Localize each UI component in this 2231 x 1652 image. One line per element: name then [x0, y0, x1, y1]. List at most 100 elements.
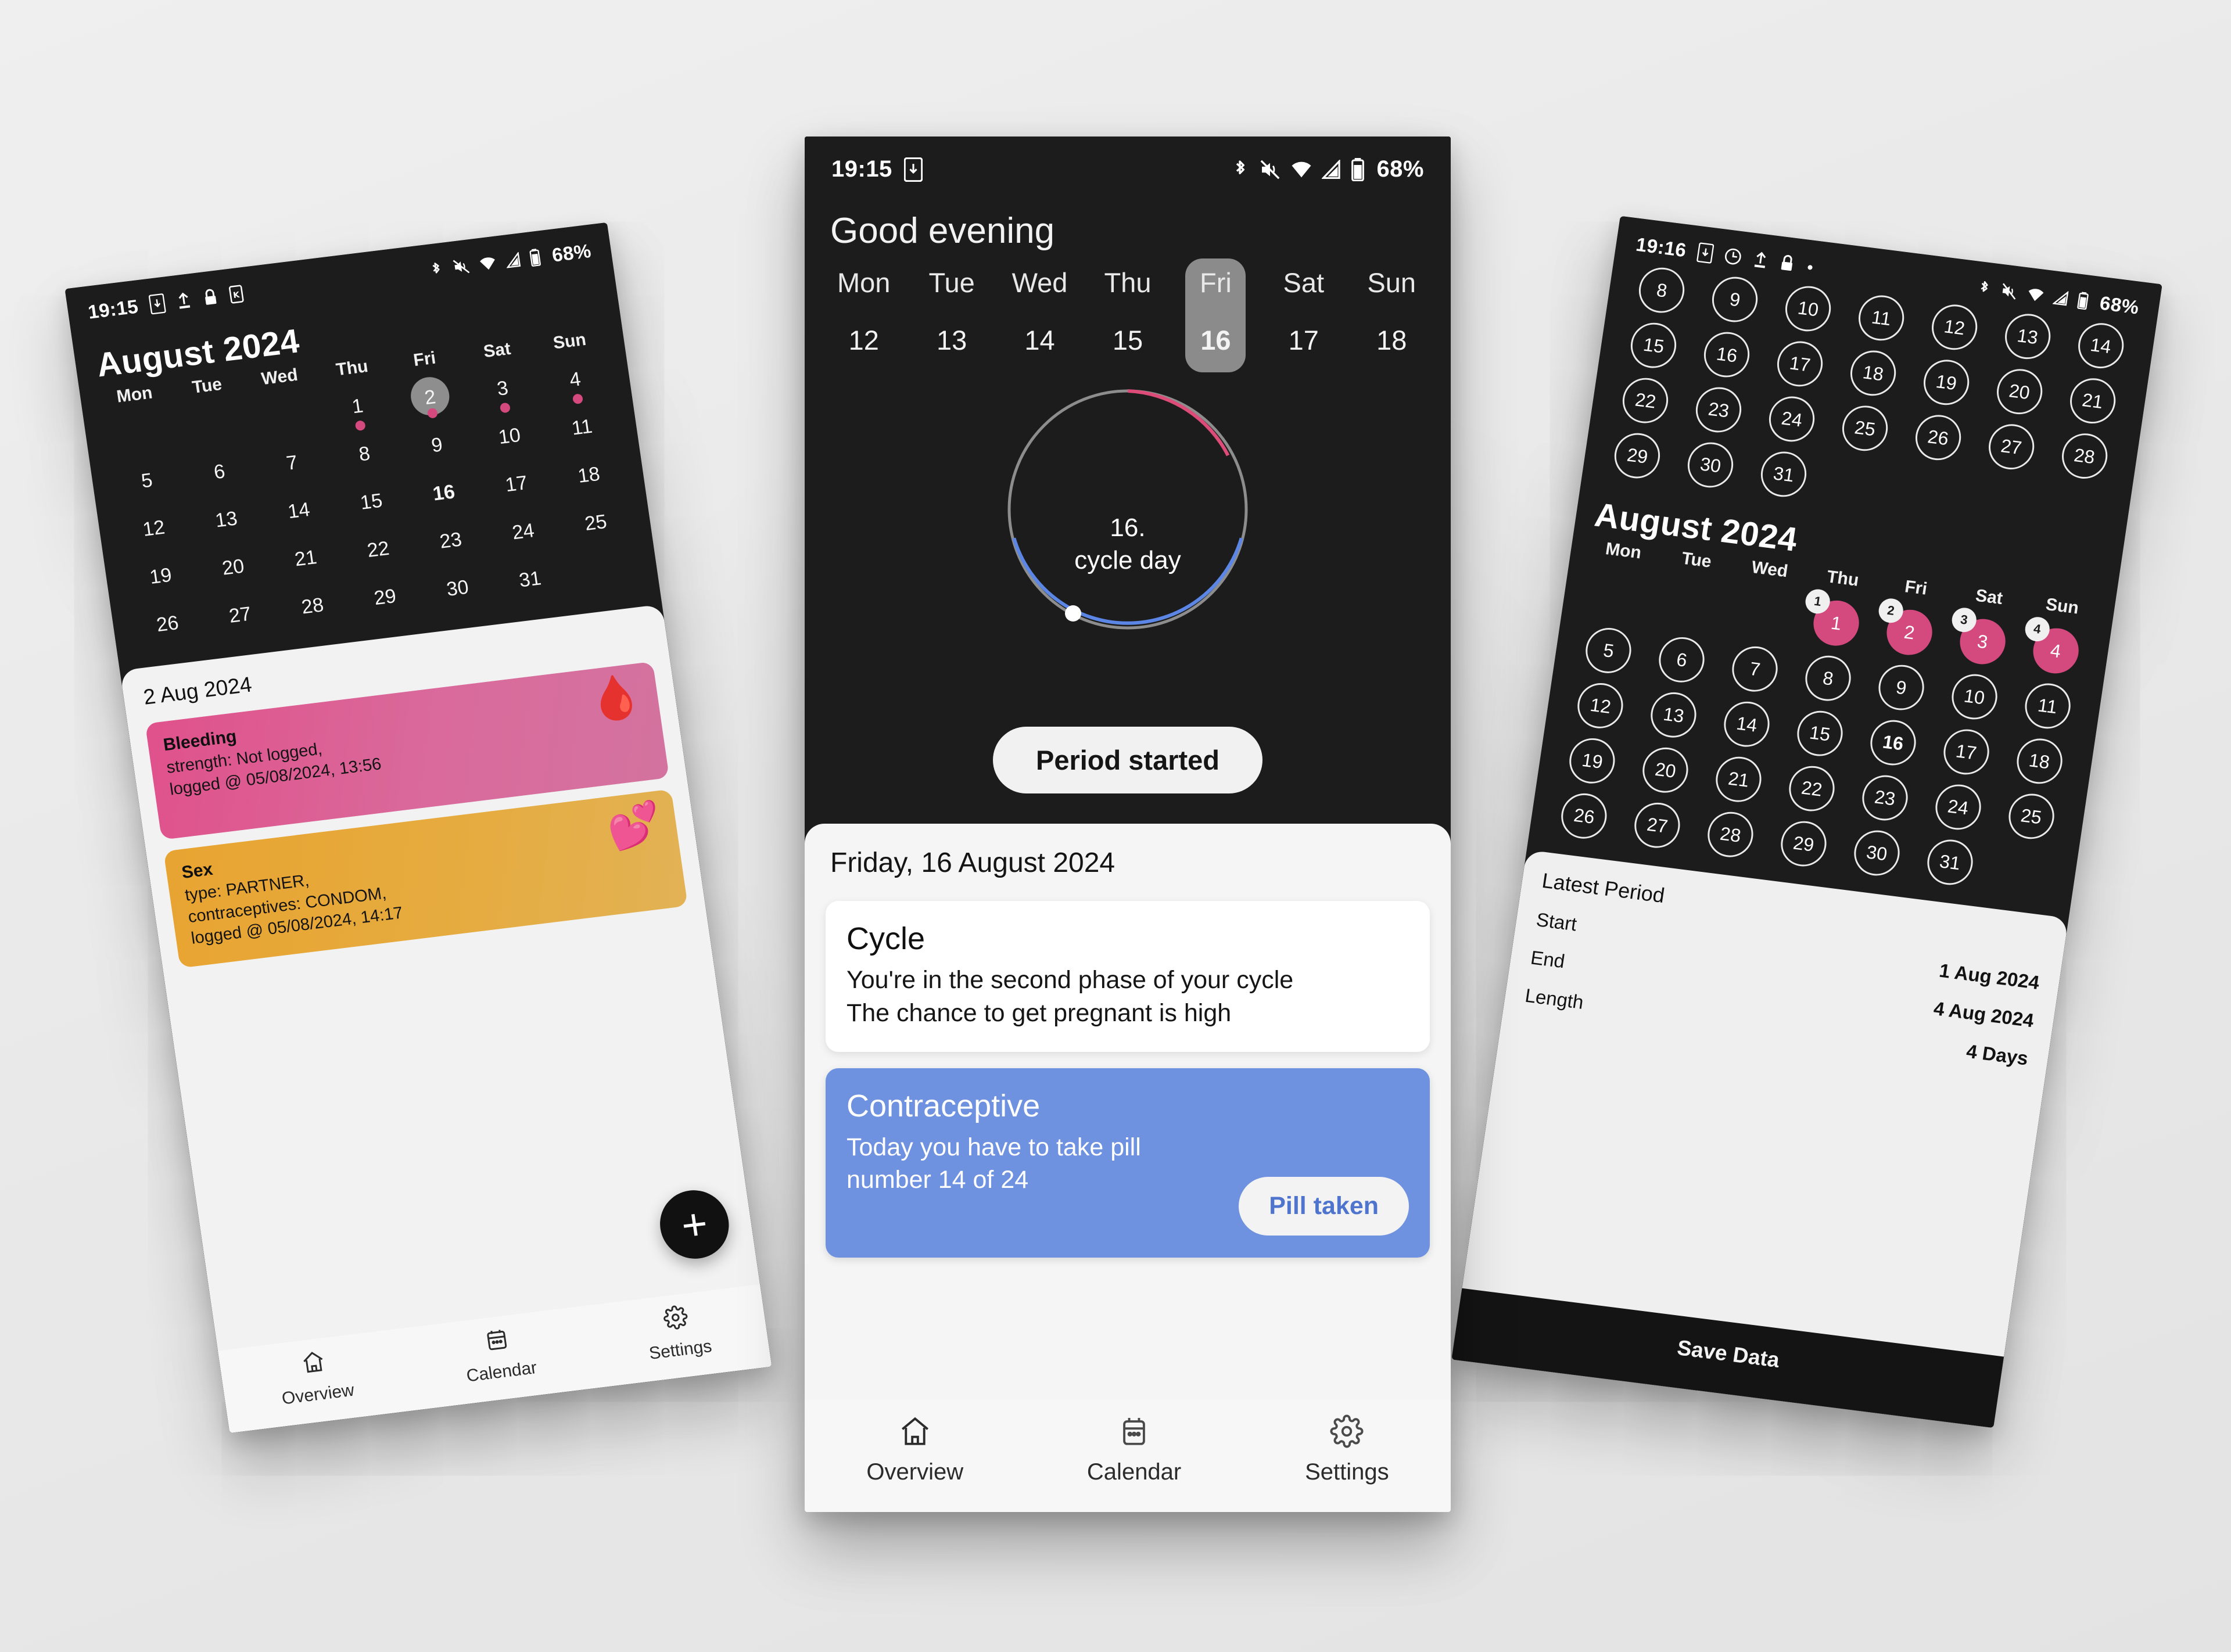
calendar-day-13[interactable]: 13	[187, 493, 267, 549]
day-bubble[interactable]: 12	[1928, 301, 1981, 353]
calendar-day-12[interactable]: 12	[114, 502, 194, 558]
day-bubble[interactable]: 7	[1729, 644, 1781, 695]
day-bubble[interactable]: 23	[1692, 385, 1745, 436]
calendar-day-23[interactable]: 23	[411, 513, 491, 570]
day-bubble[interactable]: 22	[1786, 763, 1838, 814]
calendar-day-28[interactable]: 28	[273, 579, 353, 635]
calendar-day-1[interactable]: 1	[318, 379, 398, 436]
day-bubble[interactable]: 18	[1847, 347, 1899, 398]
calendar-day-19[interactable]: 19	[121, 550, 201, 606]
calendar-day-21[interactable]: 21	[266, 531, 346, 588]
nav-item-overview[interactable]: Overview	[866, 1414, 963, 1485]
nav-item-settings[interactable]: Settings	[1305, 1414, 1389, 1485]
calendar-day-16[interactable]: 16	[404, 466, 484, 522]
day-bubble[interactable]: 21	[2067, 375, 2119, 426]
calendar-day-29[interactable]: 29	[346, 570, 425, 627]
pill-taken-button[interactable]: Pill taken	[1239, 1177, 1409, 1236]
calendar-day-24[interactable]: 24	[484, 505, 564, 561]
day-bubble[interactable]: 9	[1709, 274, 1761, 325]
day-bubble[interactable]: 31	[1924, 836, 1976, 888]
calendar-day-11[interactable]: 11	[543, 400, 622, 457]
day-bubble[interactable]: 13	[2002, 311, 2054, 362]
day-bubble[interactable]: 26	[1912, 412, 1964, 463]
calendar-day-4[interactable]: 4	[536, 353, 615, 409]
day-bubble[interactable]: 17	[1774, 339, 1826, 389]
calendar-day-2[interactable]: 2	[390, 371, 470, 427]
nav-item-calendar[interactable]: Calendar	[460, 1323, 538, 1387]
week-day-sun[interactable]: Sun 18	[1348, 257, 1436, 371]
day-bubble[interactable]: 18	[2013, 735, 2065, 787]
day-bubble[interactable]: 16	[1867, 717, 1919, 768]
day-bubble[interactable]: 27	[1631, 800, 1684, 851]
calendar-day-5[interactable]: 5	[107, 454, 187, 510]
calendar-day-26[interactable]: 26	[128, 597, 207, 653]
day-bubble[interactable]: 24	[1932, 781, 1984, 832]
cycle-info-card[interactable]: Cycle You're in the second phase of your…	[826, 901, 1430, 1052]
day-bubble[interactable]: 28	[1705, 809, 1756, 860]
day-bubble[interactable]: 19	[1920, 357, 1972, 408]
day-bubble[interactable]: 26	[1558, 791, 1611, 842]
day-bubble[interactable]: 30	[1850, 828, 1903, 878]
day-bubble[interactable]: 15	[1794, 708, 1846, 759]
calendar-day-27[interactable]: 27	[200, 588, 280, 644]
calendar-day-7[interactable]: 7	[253, 436, 332, 493]
calendar-day-30[interactable]: 30	[418, 562, 498, 618]
day-bubble[interactable]: 14	[2075, 320, 2127, 371]
day-bubble[interactable]: 6	[1656, 634, 1708, 685]
add-entry-fab[interactable]: +	[655, 1186, 734, 1263]
calendar-day-31[interactable]: 31	[490, 552, 570, 609]
calendar-day-3[interactable]: 3	[463, 362, 543, 418]
week-day-sat[interactable]: Sat 17	[1260, 257, 1347, 371]
day-bubble[interactable]: 10	[1782, 283, 1834, 334]
contraceptive-card[interactable]: Contraceptive Today you have to take pil…	[826, 1068, 1430, 1258]
period-started-button[interactable]: Period started	[992, 727, 1263, 793]
day-bubble[interactable]: 8	[1802, 653, 1854, 704]
calendar-day-22[interactable]: 22	[339, 523, 418, 579]
calendar-day-10[interactable]: 10	[470, 410, 550, 466]
nav-item-overview[interactable]: Overview	[275, 1345, 356, 1409]
day-bubble[interactable]: 25	[2005, 791, 2057, 842]
day-bubble[interactable]: 28	[2058, 430, 2111, 482]
nav-item-settings[interactable]: Settings	[643, 1302, 713, 1364]
day-bubble[interactable]: 20	[1993, 366, 2046, 417]
calendar-day-25[interactable]: 25	[556, 496, 636, 552]
day-bubble[interactable]: 8	[1636, 265, 1688, 316]
day-bubble[interactable]: 11	[1855, 292, 1907, 343]
calendar-day-15[interactable]: 15	[332, 475, 411, 531]
day-bubble[interactable]: 14	[1721, 699, 1773, 750]
week-day-mon[interactable]: Mon 12	[820, 257, 908, 371]
day-bubble[interactable]: 21	[1713, 754, 1764, 805]
calendar-day-8[interactable]: 8	[325, 427, 404, 483]
week-day-thu[interactable]: Thu 15	[1084, 257, 1171, 371]
day-bubble[interactable]: 12	[1574, 680, 1627, 731]
day-bubble[interactable]: 24	[1766, 393, 1818, 444]
day-bubble[interactable]: 30	[1684, 440, 1737, 490]
day-bubble[interactable]: 15	[1628, 320, 1680, 371]
day-bubble[interactable]: 22	[1620, 375, 1672, 426]
calendar-day-14[interactable]: 14	[259, 484, 339, 540]
day-bubble[interactable]: 10	[1948, 671, 2000, 722]
day-bubble[interactable]: 25	[1839, 403, 1891, 454]
day-bubble[interactable]: 11	[2021, 680, 2074, 731]
day-bubble[interactable]: 31	[1757, 448, 1810, 500]
calendar-day-20[interactable]: 20	[193, 540, 273, 597]
calendar-day-6[interactable]: 6	[180, 445, 260, 501]
day-bubble[interactable]: 9	[1875, 662, 1927, 713]
day-bubble[interactable]: 29	[1778, 818, 1830, 870]
nav-item-calendar[interactable]: Calendar	[1087, 1414, 1181, 1485]
day-bubble[interactable]: 16	[1701, 329, 1753, 380]
calendar-day-17[interactable]: 17	[477, 457, 557, 513]
week-day-fri[interactable]: Fri 16	[1172, 257, 1260, 371]
calendar-day-18[interactable]: 18	[550, 448, 629, 505]
day-bubble[interactable]: 13	[1648, 689, 1700, 741]
day-bubble[interactable]: 5	[1583, 625, 1635, 676]
day-bubble[interactable]: 29	[1611, 430, 1663, 482]
day-bubble[interactable]: 23	[1859, 773, 1911, 823]
day-bubble[interactable]: 19	[1566, 735, 1619, 787]
calendar-day-9[interactable]: 9	[397, 418, 477, 475]
day-bubble[interactable]: 17	[1940, 726, 1992, 777]
week-day-wed[interactable]: Wed 14	[996, 257, 1084, 371]
week-day-tue[interactable]: Tue 13	[908, 257, 995, 371]
day-bubble[interactable]: 27	[1985, 421, 2038, 472]
day-bubble[interactable]: 20	[1640, 745, 1692, 796]
